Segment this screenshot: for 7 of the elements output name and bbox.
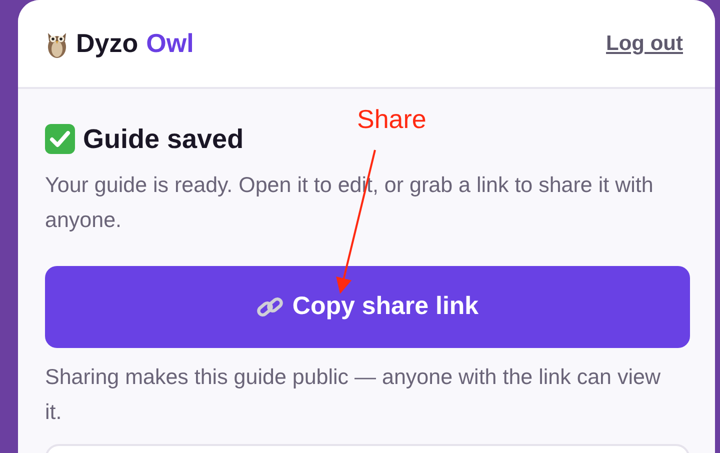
annotation-label: Share <box>357 103 426 136</box>
copy-share-link-button[interactable]: Copy share link <box>45 266 690 348</box>
logout-link[interactable]: Log out <box>606 28 683 60</box>
page-title: Guide saved <box>83 123 244 156</box>
brand-name: Dyzo <box>76 27 138 60</box>
brand-accent: Owl <box>146 27 194 60</box>
sharing-note: Sharing makes this guide public — anyone with the link can view it. <box>45 364 662 426</box>
